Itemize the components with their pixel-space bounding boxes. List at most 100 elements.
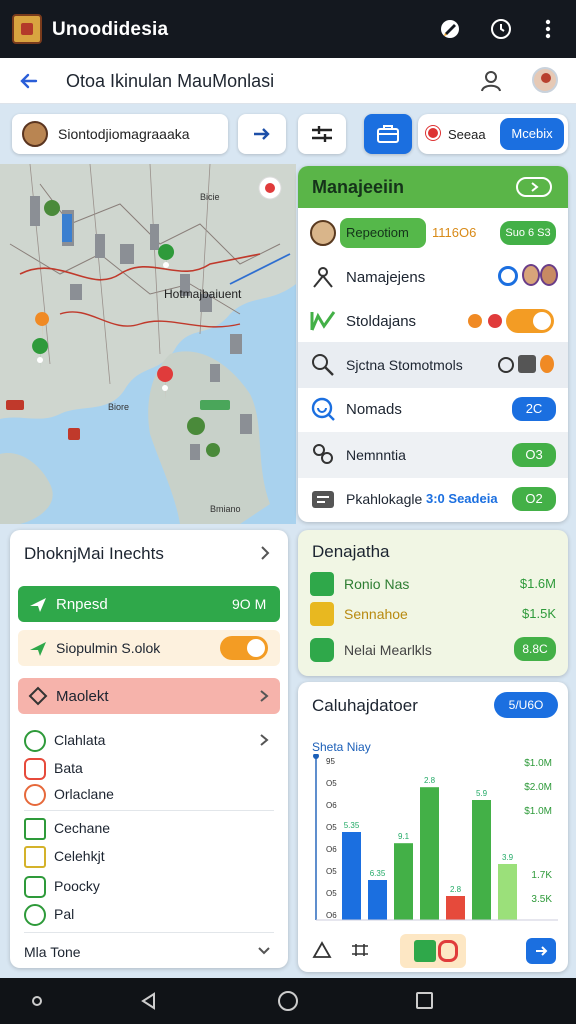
chevron-right-icon: [258, 688, 270, 709]
nemntia-pill[interactable]: O3: [512, 443, 556, 467]
chart-bar: [472, 800, 491, 920]
warning-icon[interactable]: [312, 940, 332, 965]
flag-icon: [488, 314, 502, 328]
map-label-biore: Biore: [108, 402, 129, 412]
ops-row-rapid[interactable]: Rnpesd 9O M: [18, 586, 280, 622]
reports-pill[interactable]: Suo 6 S3: [500, 221, 556, 245]
nav-home-icon[interactable]: [278, 991, 298, 1011]
search-value: Siontodjiomagraaaka: [58, 126, 190, 142]
chart-bar: [446, 896, 465, 920]
plane-icon: [28, 638, 48, 663]
radio-icon[interactable]: [498, 357, 514, 373]
member-avatar: [522, 264, 540, 286]
axis-dot: [313, 754, 319, 759]
list-item[interactable]: Clahlata: [24, 728, 274, 754]
pumpkin-icon: [540, 355, 554, 373]
chart-check-icon: [310, 308, 336, 334]
clock-icon[interactable]: [489, 17, 513, 41]
ops-row-label: Rnpesd: [56, 596, 108, 613]
market-icon: [310, 638, 334, 662]
alert-icon: [468, 314, 482, 328]
list-item-label: Orlaclane: [54, 786, 114, 802]
segment-option-active[interactable]: Mcebix: [500, 118, 564, 150]
top-app-bar: Otoa Ikinulan MauMonlasi: [0, 58, 576, 104]
schedule-toggle[interactable]: [506, 309, 554, 333]
y-tick-label: O6: [326, 911, 337, 920]
reports-value: 1116O6: [432, 225, 477, 240]
package-extra: 3:0 Seadeia: [426, 491, 498, 506]
map-view[interactable]: Bicie Hotmajbaiuent Biore Bmiano: [0, 164, 296, 524]
filter-button[interactable]: [298, 114, 346, 154]
divider: [24, 810, 274, 811]
manager-row-teams[interactable]: Namajejens: [298, 254, 568, 300]
manager-row-nomads[interactable]: Nomads 2C: [298, 386, 568, 432]
manager-row-nemntia[interactable]: Nemnntia O3: [298, 432, 568, 478]
system-nav-bar: [0, 978, 576, 1024]
bar-data-label: 3.9: [502, 853, 514, 862]
finance-row-value: $1.6M: [519, 576, 556, 591]
briefcase-button[interactable]: [364, 114, 412, 154]
chart-period-button[interactable]: 5/U6O: [494, 692, 558, 718]
right-value-label: $1.0M: [524, 806, 552, 817]
next-button[interactable]: [526, 938, 556, 964]
heart-icon: [24, 784, 46, 806]
finance-row-label: Ronio Nas: [344, 576, 410, 592]
target-icon: [438, 940, 458, 962]
more-vert-icon[interactable]: [536, 17, 560, 41]
finance-row[interactable]: Ronio Nas $1.6M: [310, 570, 556, 598]
package-pill[interactable]: O2: [512, 487, 556, 511]
list-icon: [24, 818, 46, 840]
nomads-pill[interactable]: 2C: [512, 397, 556, 421]
list-item-label: Cechane: [54, 820, 111, 836]
chart-bar: [368, 880, 387, 920]
operations-panel: DhoknjMai Inechts Rnpesd 9O M Siopulmin …: [10, 530, 288, 968]
segment-option[interactable]: Seeaa: [448, 127, 486, 142]
recent-dot-icon[interactable]: [32, 996, 42, 1006]
sync-icon: [498, 266, 518, 286]
manager-row-package[interactable]: Pkahlokagle 3:0 Seadeia O2: [298, 476, 568, 522]
nav-back-icon[interactable]: [138, 991, 158, 1016]
manager-row-label: Sjctna Stomotmols: [346, 357, 463, 373]
manager-row-schedule[interactable]: Stoldajans: [298, 298, 568, 344]
arrow-right-icon: [536, 946, 548, 956]
ops-row-market[interactable]: Maolekt: [18, 678, 280, 714]
grid-icon[interactable]: [350, 942, 370, 963]
search-field[interactable]: Siontodjiomagraaaka: [12, 114, 228, 154]
stylus-icon[interactable]: [438, 17, 462, 41]
manager-row-reports[interactable]: Repeotiom 1116O6 Suo 6 S3: [298, 210, 568, 256]
manager-row-label: Namajejens: [346, 269, 426, 286]
finance-row[interactable]: Nelai Mearlkls 8.8C: [310, 636, 556, 664]
ops-row-simulation[interactable]: Siopulmin S.olok: [18, 630, 280, 666]
chart-type-switch[interactable]: [400, 934, 466, 968]
nav-recents-icon[interactable]: [416, 992, 433, 1009]
manager-row-search[interactable]: Sjctna Stomotmols: [298, 342, 568, 388]
ops-row-value: 9O M: [232, 596, 267, 612]
y-tick-label: O6: [326, 845, 337, 854]
bar-data-label: 5.9: [476, 789, 488, 798]
map-label-bicie: Bicie: [200, 192, 220, 202]
finance-row[interactable]: Sennahoe $1.5K: [310, 600, 556, 628]
operations-title: DhoknjMai Inechts: [24, 544, 164, 563]
finance-panel: Denajatha Ronio Nas $1.6M Sennahoe $1.5K…: [298, 530, 568, 676]
briefcase-icon: [377, 125, 399, 143]
mode-segment: Seeaa Mcebix: [418, 114, 568, 154]
chevron-right-icon: [531, 182, 539, 192]
footer-select[interactable]: Mla Tone: [24, 942, 274, 964]
avatar[interactable]: [532, 67, 558, 93]
chart-subtitle: Sheta Niay: [312, 740, 371, 754]
chart-bar: [342, 832, 361, 920]
route-button[interactable]: [238, 114, 286, 154]
app-logo: [12, 14, 42, 44]
route-arrow-icon: [254, 128, 270, 140]
manager-row-label: Pkahlokagle: [346, 491, 423, 507]
finance-row-label: Sennahoe: [344, 606, 408, 622]
bar-data-label: 6.35: [370, 869, 386, 878]
users-icon: [310, 264, 336, 290]
chevron-right-icon[interactable]: [258, 544, 272, 567]
pin-red-top[interactable]: [258, 176, 282, 200]
simulation-toggle[interactable]: [220, 636, 268, 660]
y-tick-label: O6: [326, 801, 337, 810]
back-arrow-icon[interactable]: [16, 68, 42, 94]
expand-toggle[interactable]: [516, 177, 552, 197]
user-icon[interactable]: [478, 68, 504, 94]
